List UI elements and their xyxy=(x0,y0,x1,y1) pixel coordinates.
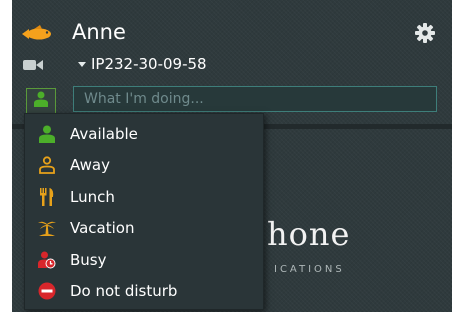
status-option-do-not-disturb[interactable]: Do not disturb xyxy=(25,276,263,308)
brand-subtitle: ICATIONS xyxy=(274,264,345,275)
user-name: Anne xyxy=(72,20,126,44)
status-option-lunch[interactable]: Lunch xyxy=(25,181,263,213)
available-person-icon xyxy=(34,91,48,111)
palm-tree-icon xyxy=(38,219,56,237)
status-option-vacation[interactable]: Vacation xyxy=(25,213,263,245)
brand-logo-text: hone xyxy=(267,215,351,253)
status-toggle-button[interactable] xyxy=(26,88,56,114)
status-dropdown-menu: Available Away Lunch Vacation Busy Do no… xyxy=(24,113,264,310)
fork-knife-icon xyxy=(38,187,56,206)
status-option-label: Away xyxy=(70,156,110,175)
busy-person-clock-icon xyxy=(38,251,56,269)
softphone-window: Anne IP232-30-09-58 What I'm doing... ho… xyxy=(12,0,452,312)
away-person-icon xyxy=(38,156,56,175)
status-option-label: Available xyxy=(70,124,138,143)
status-option-away[interactable]: Away xyxy=(25,150,263,182)
caret-down-icon xyxy=(78,61,86,67)
available-person-icon xyxy=(38,125,56,143)
no-entry-icon xyxy=(38,282,56,300)
status-message-input[interactable] xyxy=(73,86,437,112)
account-number: IP232-30-09-58 xyxy=(91,55,207,73)
video-camera-icon xyxy=(22,57,44,76)
fish-icon xyxy=(20,24,54,48)
gear-icon[interactable] xyxy=(414,22,436,48)
status-option-label: Do not disturb xyxy=(70,282,178,301)
status-option-busy[interactable]: Busy xyxy=(25,244,263,276)
status-option-label: Busy xyxy=(70,250,107,269)
status-option-label: Lunch xyxy=(70,187,115,206)
status-option-label: Vacation xyxy=(70,219,135,238)
status-option-available[interactable]: Available xyxy=(25,118,263,150)
account-selector[interactable]: IP232-30-09-58 xyxy=(78,55,207,73)
